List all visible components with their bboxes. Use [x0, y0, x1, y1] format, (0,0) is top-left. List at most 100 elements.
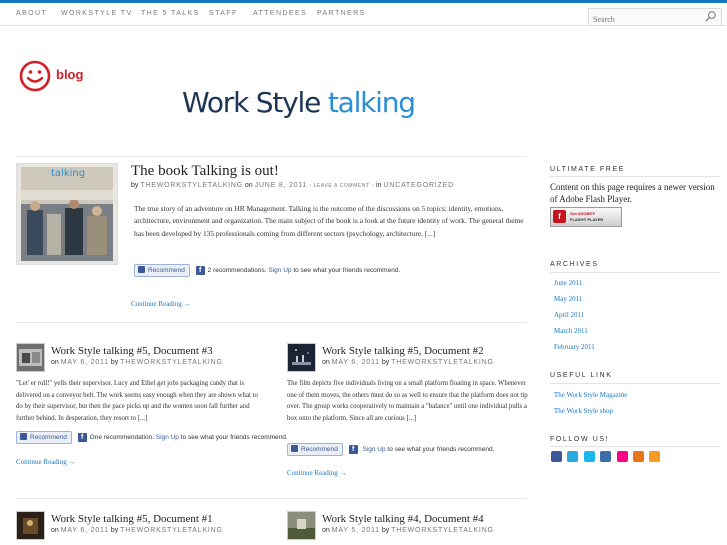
- facebook-recommend-row: Recommend f One recommendation. Sign Up t…: [16, 431, 288, 444]
- search-icon[interactable]: [704, 10, 717, 23]
- meta-by: by: [381, 527, 390, 534]
- sidebar-heading-follow-us: Follow us!: [550, 436, 610, 443]
- vimeo-icon[interactable]: [584, 451, 595, 462]
- meta-author[interactable]: THEWORKSTYLETALKING: [120, 527, 223, 534]
- meta-date[interactable]: MAY 6, 2011: [61, 527, 109, 534]
- featured-post-title[interactable]: The book Talking is out!: [131, 163, 279, 180]
- continue-reading-link[interactable]: Continue Reading →: [287, 469, 347, 477]
- meta-date[interactable]: MAY 5, 2011: [332, 527, 380, 534]
- continue-reading-link[interactable]: Continue Reading →: [131, 300, 191, 308]
- twitter-icon[interactable]: [567, 451, 578, 462]
- recommend-label: Recommend: [148, 267, 185, 274]
- search-input[interactable]: [589, 12, 693, 27]
- post-thumbnail-image: [17, 344, 44, 371]
- meta-author[interactable]: THEWORKSTYLETALKING: [140, 182, 243, 189]
- meta-date[interactable]: JUNE 8, 2011: [255, 182, 308, 189]
- recommend-label: Recommend: [301, 446, 338, 453]
- archive-link[interactable]: March 2011: [554, 327, 588, 335]
- meta-date[interactable]: MAY 6, 2011: [332, 359, 380, 366]
- fb-signup-text: to see what your friends recommend.: [180, 434, 288, 442]
- post-divider: [15, 322, 527, 323]
- book-cover-title: talking: [51, 168, 86, 179]
- logo-work-style: Work Style: [182, 86, 321, 119]
- meta-in: in: [375, 182, 382, 189]
- flash-notice-text: Content on this page requires a newer ve…: [550, 182, 715, 204]
- post-excerpt: The film depicts five individuals living…: [287, 380, 528, 422]
- thumbs-up-icon: [138, 266, 145, 273]
- blog-label[interactable]: blog: [56, 67, 83, 82]
- sidebar-heading-archives: Archives: [550, 261, 599, 268]
- featured-post-excerpt: The true story of an adventure on HR Man…: [134, 204, 524, 238]
- post-title[interactable]: Work Style talking #5, Document #2: [322, 345, 484, 357]
- meta-on: on: [322, 359, 330, 366]
- archive-link[interactable]: May 2011: [554, 295, 582, 303]
- post-title[interactable]: Work Style talking #5, Document #3: [51, 345, 213, 357]
- sidebar-heading-useful-link: Useful Link: [550, 372, 613, 379]
- post-meta: on MAY 6, 2011 by THEWORKSTYLETALKING: [51, 359, 223, 366]
- recommend-button[interactable]: Recommend: [16, 431, 72, 444]
- site-logo[interactable]: Work Style talking: [182, 86, 416, 119]
- facebook-icon[interactable]: [551, 451, 562, 462]
- post-meta: on MAY 5, 2011 by THEWORKSTYLETALKING: [322, 527, 494, 534]
- nav-item-about[interactable]: About: [16, 10, 47, 17]
- sidebar-divider: [550, 446, 720, 447]
- flash-button-line2: FLASH® PLAYER: [570, 217, 604, 222]
- header-divider: [15, 156, 527, 157]
- meta-on: on: [51, 527, 59, 534]
- post-excerpt: "Let' er roll!" yells their supervisor. …: [16, 380, 258, 422]
- post-meta: on MAY 6, 2011 by THEWORKSTYLETALKING: [322, 359, 494, 366]
- archive-link[interactable]: April 2011: [554, 311, 584, 319]
- featured-post-meta: by THEWORKSTYLETALKING on JUNE 8, 2011 ·…: [131, 182, 454, 189]
- continue-reading-link[interactable]: Continue Reading →: [16, 458, 76, 466]
- featured-post-thumbnail[interactable]: talking: [16, 163, 118, 265]
- meta-on: on: [51, 359, 59, 366]
- nav-item-staff[interactable]: Staff: [209, 10, 238, 17]
- meta-by: by: [110, 527, 119, 534]
- meta-date[interactable]: MAY 6, 2011: [61, 359, 109, 366]
- post-thumbnail[interactable]: [16, 511, 45, 540]
- top-navigation: About Workstyle TV The 5 Talks Staff Att…: [0, 3, 727, 27]
- nav-item-the-5-talks[interactable]: The 5 Talks: [141, 10, 200, 17]
- rss-icon[interactable]: [649, 451, 660, 462]
- nav-item-attendees[interactable]: Attendees: [253, 10, 307, 17]
- recommend-button[interactable]: Recommend: [134, 264, 190, 277]
- recommend-count: 2 recommendations.: [207, 267, 267, 275]
- get-flash-player-button[interactable]: f Get ADOBE® FLASH® PLAYER: [550, 207, 622, 227]
- useful-link-magazine[interactable]: The Work Style Magazine: [554, 391, 627, 399]
- useful-link-shop[interactable]: The Work Style shop: [554, 407, 613, 415]
- nav-item-partners[interactable]: Partners: [317, 10, 366, 17]
- meta-by: by: [381, 359, 390, 366]
- email-icon[interactable]: [600, 451, 611, 462]
- meta-on: on: [322, 527, 330, 534]
- post-title[interactable]: Work Style talking #4, Document #4: [322, 513, 484, 525]
- search-box: [588, 8, 722, 27]
- archive-link[interactable]: February 2011: [554, 343, 595, 351]
- recommend-button[interactable]: Recommend: [287, 443, 343, 456]
- meta-author[interactable]: THEWORKSTYLETALKING: [120, 359, 223, 366]
- post-thumbnail[interactable]: [287, 511, 316, 540]
- meta-author[interactable]: THEWORKSTYLETALKING: [391, 359, 494, 366]
- archive-link[interactable]: June 2011: [554, 279, 582, 287]
- adobe-flash-icon: f: [553, 210, 566, 223]
- post-meta: on MAY 6, 2011 by THEWORKSTYLETALKING: [51, 527, 223, 534]
- post-thumbnail[interactable]: [287, 343, 316, 372]
- meta-separator-2: ·: [371, 182, 375, 189]
- book-cover-image: [17, 164, 117, 264]
- fb-signup-link[interactable]: Sign Up: [268, 267, 291, 274]
- blogger-icon[interactable]: [633, 451, 644, 462]
- meta-category[interactable]: UNCATEGORIZED: [383, 182, 454, 189]
- meta-author[interactable]: THEWORKSTYLETALKING: [391, 527, 494, 534]
- fb-signup-link[interactable]: Sign Up: [362, 446, 385, 453]
- flickr-icon[interactable]: [617, 451, 628, 462]
- smiley-logo-icon[interactable]: [19, 60, 51, 92]
- post-thumbnail-image: [288, 512, 315, 539]
- meta-separator: ·: [309, 182, 312, 189]
- fb-signup-link[interactable]: Sign Up: [156, 434, 179, 441]
- sidebar-divider: [550, 176, 720, 177]
- nav-item-workstyle-tv[interactable]: Workstyle TV: [61, 10, 133, 17]
- thumbs-up-icon: [20, 433, 27, 440]
- leave-comment-link[interactable]: LEAVE A COMMENT: [314, 183, 370, 189]
- post-thumbnail[interactable]: [16, 343, 45, 372]
- sidebar-divider: [550, 383, 720, 384]
- post-title[interactable]: Work Style talking #5, Document #1: [51, 513, 213, 525]
